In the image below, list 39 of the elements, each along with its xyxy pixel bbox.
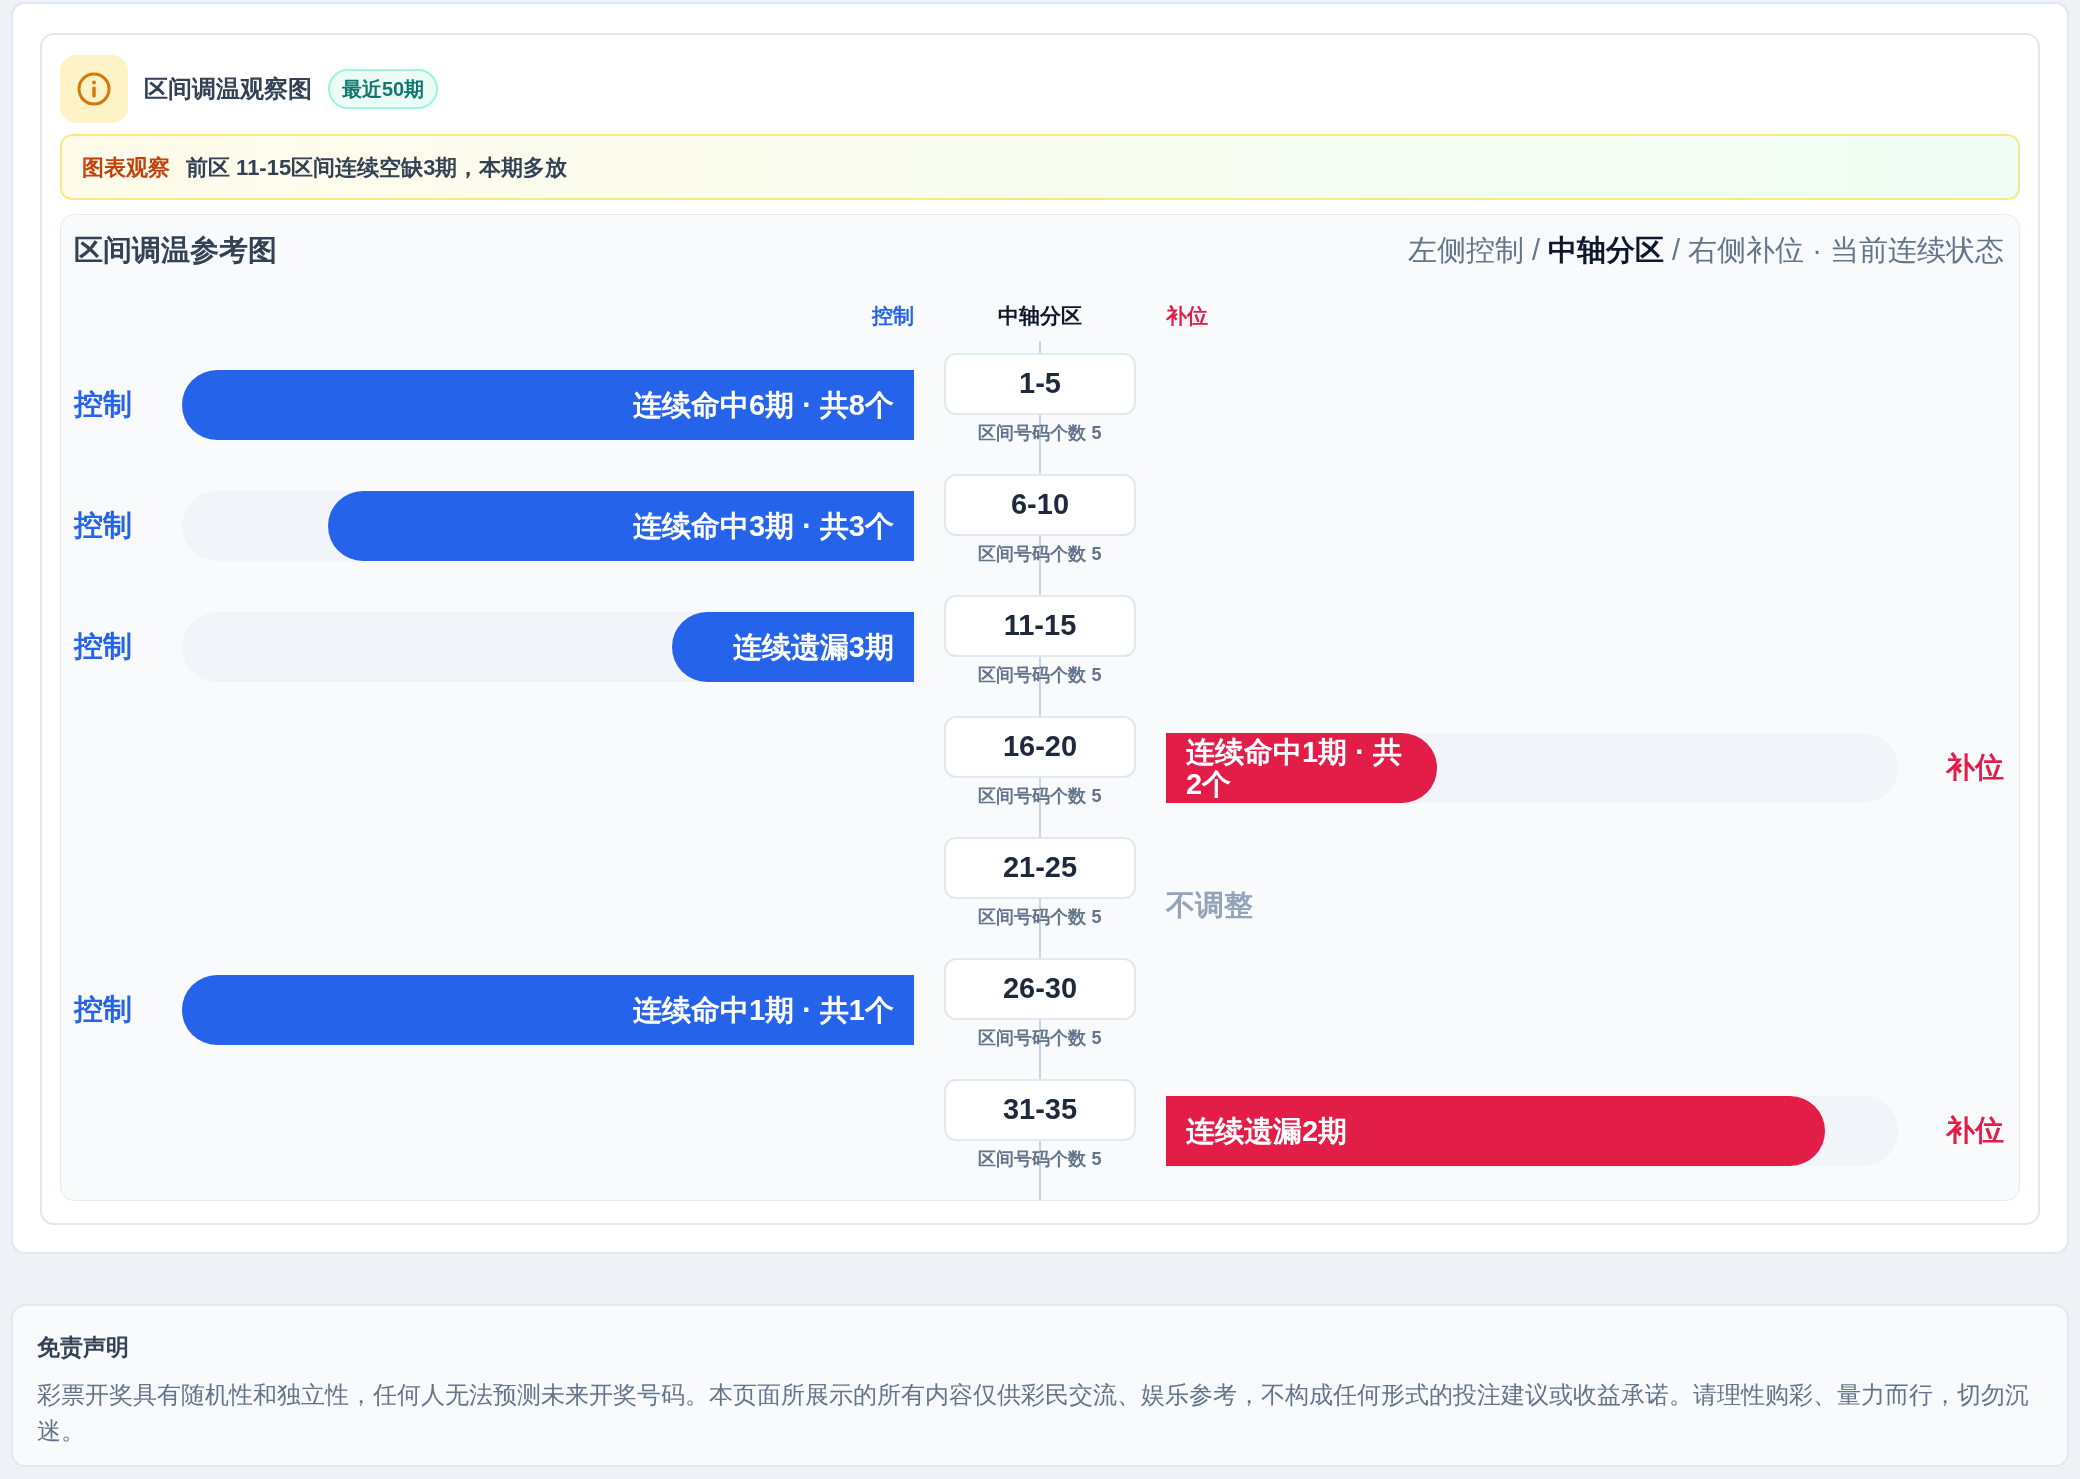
observation-text: 前区 11-15区间连续空缺3期，本期多放: [186, 153, 568, 182]
count-label: 区间号码个数 5: [978, 1027, 1102, 1050]
column-heading: 中轴分区: [998, 303, 1082, 327]
streak-bar: 连续命中1期 · 共2个: [1166, 733, 1437, 803]
range-pill: 26-30: [944, 958, 1136, 1020]
no-adjust-note: 不调整: [1166, 888, 1253, 923]
side-label: 控制: [74, 387, 132, 423]
chart-legend: 左侧控制 / 中轴分区 / 右侧补位 · 当前连续状态: [1407, 229, 2004, 273]
range-pill: 1-5: [944, 353, 1136, 415]
observation-label: 图表观察: [82, 153, 170, 182]
side-label: 控制: [74, 508, 132, 544]
count-label: 区间号码个数 5: [978, 1148, 1102, 1171]
disclaimer-title: 免责声明: [37, 1333, 130, 1362]
count-label: 区间号码个数 5: [978, 664, 1102, 687]
streak-bar: 连续遗漏3期: [672, 612, 914, 682]
column-heading: 补位: [1166, 303, 1208, 327]
range-pill: 21-25: [944, 837, 1136, 899]
count-label: 区间号码个数 5: [978, 422, 1102, 445]
streak-bar: 连续命中1期 · 共1个: [182, 975, 914, 1045]
period-badge: 最近50期: [328, 69, 439, 109]
range-pill: 31-35: [944, 1079, 1136, 1141]
count-label: 区间号码个数 5: [978, 543, 1102, 566]
streak-bar: 连续命中3期 · 共3个: [328, 491, 914, 561]
side-label: 补位: [1946, 1113, 2004, 1149]
count-label: 区间号码个数 5: [978, 906, 1102, 929]
side-label: 补位: [1946, 750, 2004, 786]
card-title: 区间调温观察图: [144, 74, 312, 104]
disclaimer-text: 彩票开奖具有随机性和独立性，任何人无法预测未来开奖号码。本页面所展示的所有内容仅供彩民交流、娱乐参考，不构成任何形式的投注建议或收益承诺。请理性购彩、量力而行，切勿沉迷。: [37, 1379, 2030, 1446]
range-pill: 6-10: [944, 474, 1136, 536]
info-icon: [76, 71, 112, 107]
side-label: 控制: [74, 629, 132, 665]
column-heading: 控制: [872, 303, 914, 327]
count-label: 区间号码个数 5: [978, 785, 1102, 808]
side-label: 控制: [74, 992, 132, 1028]
chart-title: 区间调温参考图: [74, 233, 277, 268]
streak-bar: 连续命中6期 · 共8个: [182, 370, 914, 440]
streak-bar: 连续遗漏2期: [1166, 1096, 1825, 1166]
range-pill: 16-20: [944, 716, 1136, 778]
range-pill: 11-15: [944, 595, 1136, 657]
